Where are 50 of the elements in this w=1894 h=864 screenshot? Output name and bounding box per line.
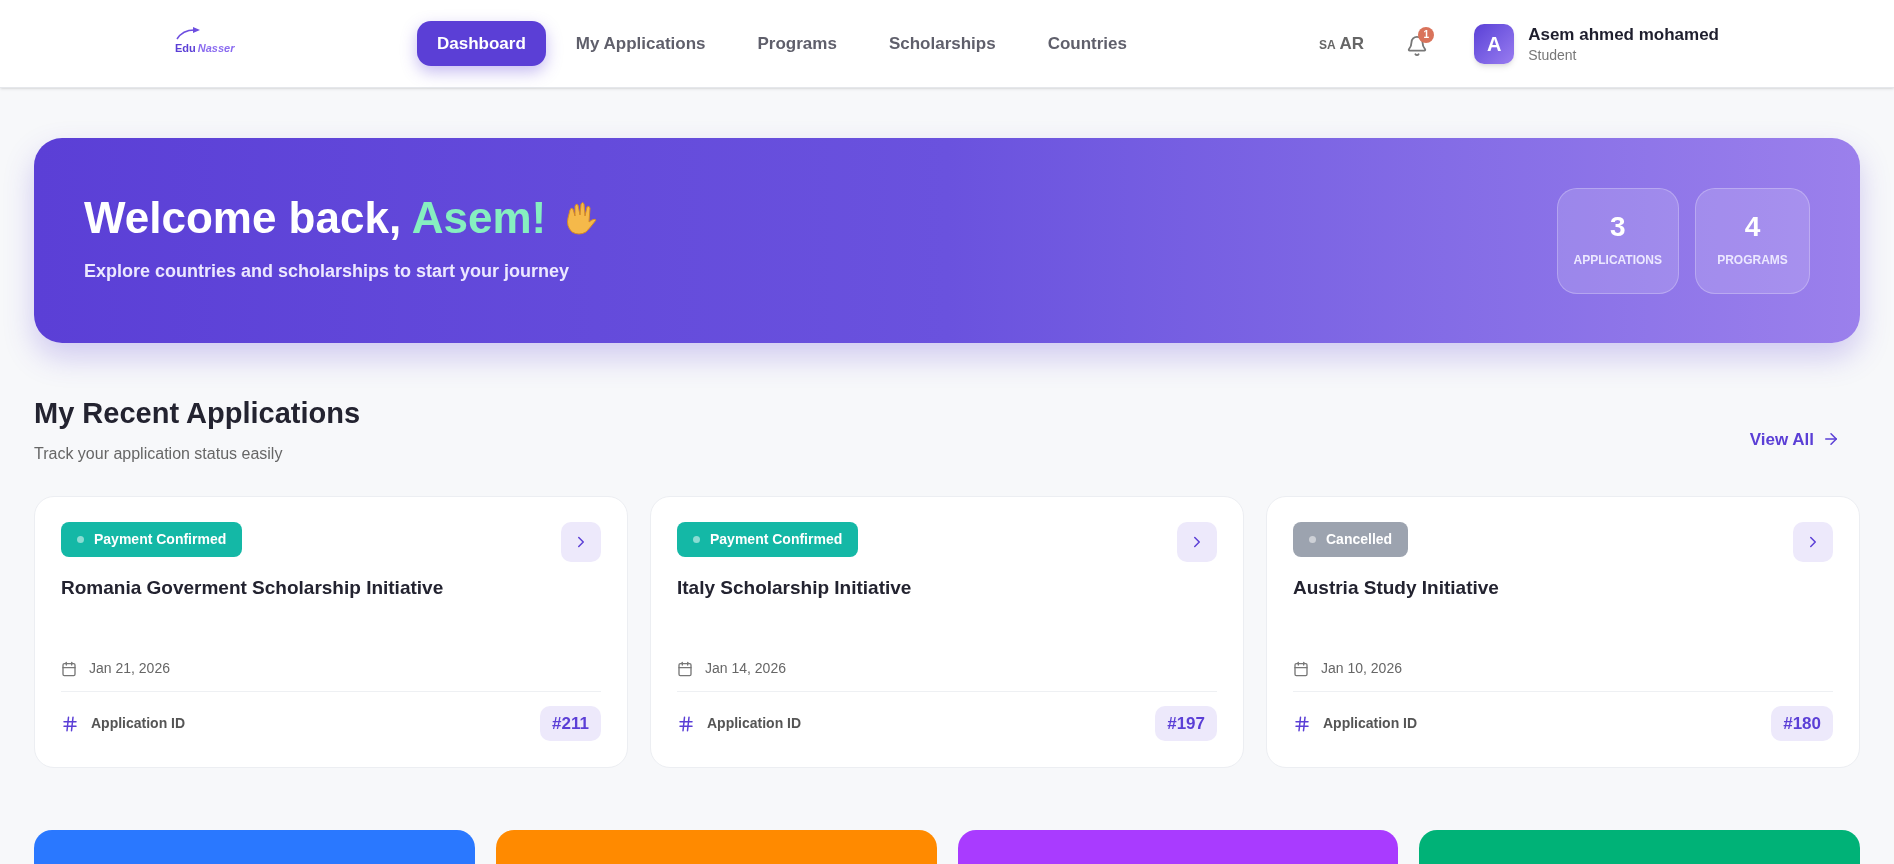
hash-icon xyxy=(61,714,79,733)
plane-icon xyxy=(175,26,201,41)
section-subtitle: Track your application status easily xyxy=(34,444,284,464)
logo-drawing[interactable]: Edu Nasser xyxy=(175,30,235,57)
application-date: Jan 10, 2026 xyxy=(1321,659,1402,678)
nav-tab[interactable]: Scholarships xyxy=(866,21,1018,66)
status-badge: Cancelled xyxy=(1293,522,1409,557)
status-badge: Payment Confirmed xyxy=(61,522,243,557)
application-date: Jan 14, 2026 xyxy=(705,659,786,678)
stat-value: 3 xyxy=(1610,212,1626,241)
application-id: #180 xyxy=(1771,706,1833,741)
id-label: Application ID xyxy=(707,714,802,733)
nav-tab[interactable]: Programs xyxy=(735,21,859,66)
application-card[interactable]: Cancelled Austria Study Initiative Jan 10, 2026 Application ID #180 xyxy=(1266,496,1860,768)
nav-tab[interactable]: Countries xyxy=(1025,21,1149,66)
application-title: Italy Scholarship Initiative xyxy=(677,576,913,600)
status-badge: Payment Confirmed xyxy=(677,522,859,557)
stat-label: PROGRAMS xyxy=(1717,251,1788,269)
calendar-icon xyxy=(677,660,693,677)
application-id: #211 xyxy=(540,706,601,741)
notification-badge: 1 xyxy=(1418,26,1435,43)
application-title: Austria Study Initiative xyxy=(1293,576,1500,600)
welcome-subtitle: Explore countries and scholarships to start your journey xyxy=(84,260,571,283)
hash-icon xyxy=(677,714,695,733)
section-title: My Recent Applications xyxy=(34,399,361,428)
view-all-link[interactable]: View All xyxy=(1749,426,1840,452)
hash-icon xyxy=(1293,714,1311,733)
open-button[interactable] xyxy=(1177,522,1217,562)
application-id: #197 xyxy=(1155,706,1217,741)
nav-tab[interactable]: Dashboard xyxy=(417,21,546,66)
calendar-icon xyxy=(1293,660,1309,677)
open-button[interactable] xyxy=(1793,522,1833,562)
application-title: Romania Goverment Scholarship Initiative xyxy=(61,576,445,600)
region-code: SA xyxy=(1318,36,1336,54)
id-label: Application ID xyxy=(1323,714,1418,733)
stat-label: APPLICATIONS xyxy=(1573,251,1662,269)
id-label: Application ID xyxy=(91,714,186,733)
stat-value: 4 xyxy=(1744,212,1761,241)
application-date: Jan 21, 2026 xyxy=(89,659,170,678)
application-card[interactable]: Payment Confirmed Italy Scholarship Initiative Jan 14, 2026 Application ID #197 xyxy=(650,496,1244,768)
open-button[interactable] xyxy=(561,522,601,562)
application-card[interactable]: Payment Confirmed Romania Goverment Scholarship Initiative Jan 21, 2026 Application ID #211 xyxy=(34,496,628,768)
calendar-icon xyxy=(61,660,77,677)
welcome-heading: Welcome back, Asem! xyxy=(84,196,547,240)
user-name: Asem ahmed mohamed xyxy=(1528,23,1719,46)
user-avatar[interactable]: A xyxy=(1474,23,1515,64)
notification-button[interactable]: 1 xyxy=(1406,30,1431,57)
nav-tab[interactable]: My Applications xyxy=(553,21,728,66)
user-role: Student xyxy=(1528,45,1578,64)
language-link[interactable]: AR xyxy=(1339,30,1365,57)
